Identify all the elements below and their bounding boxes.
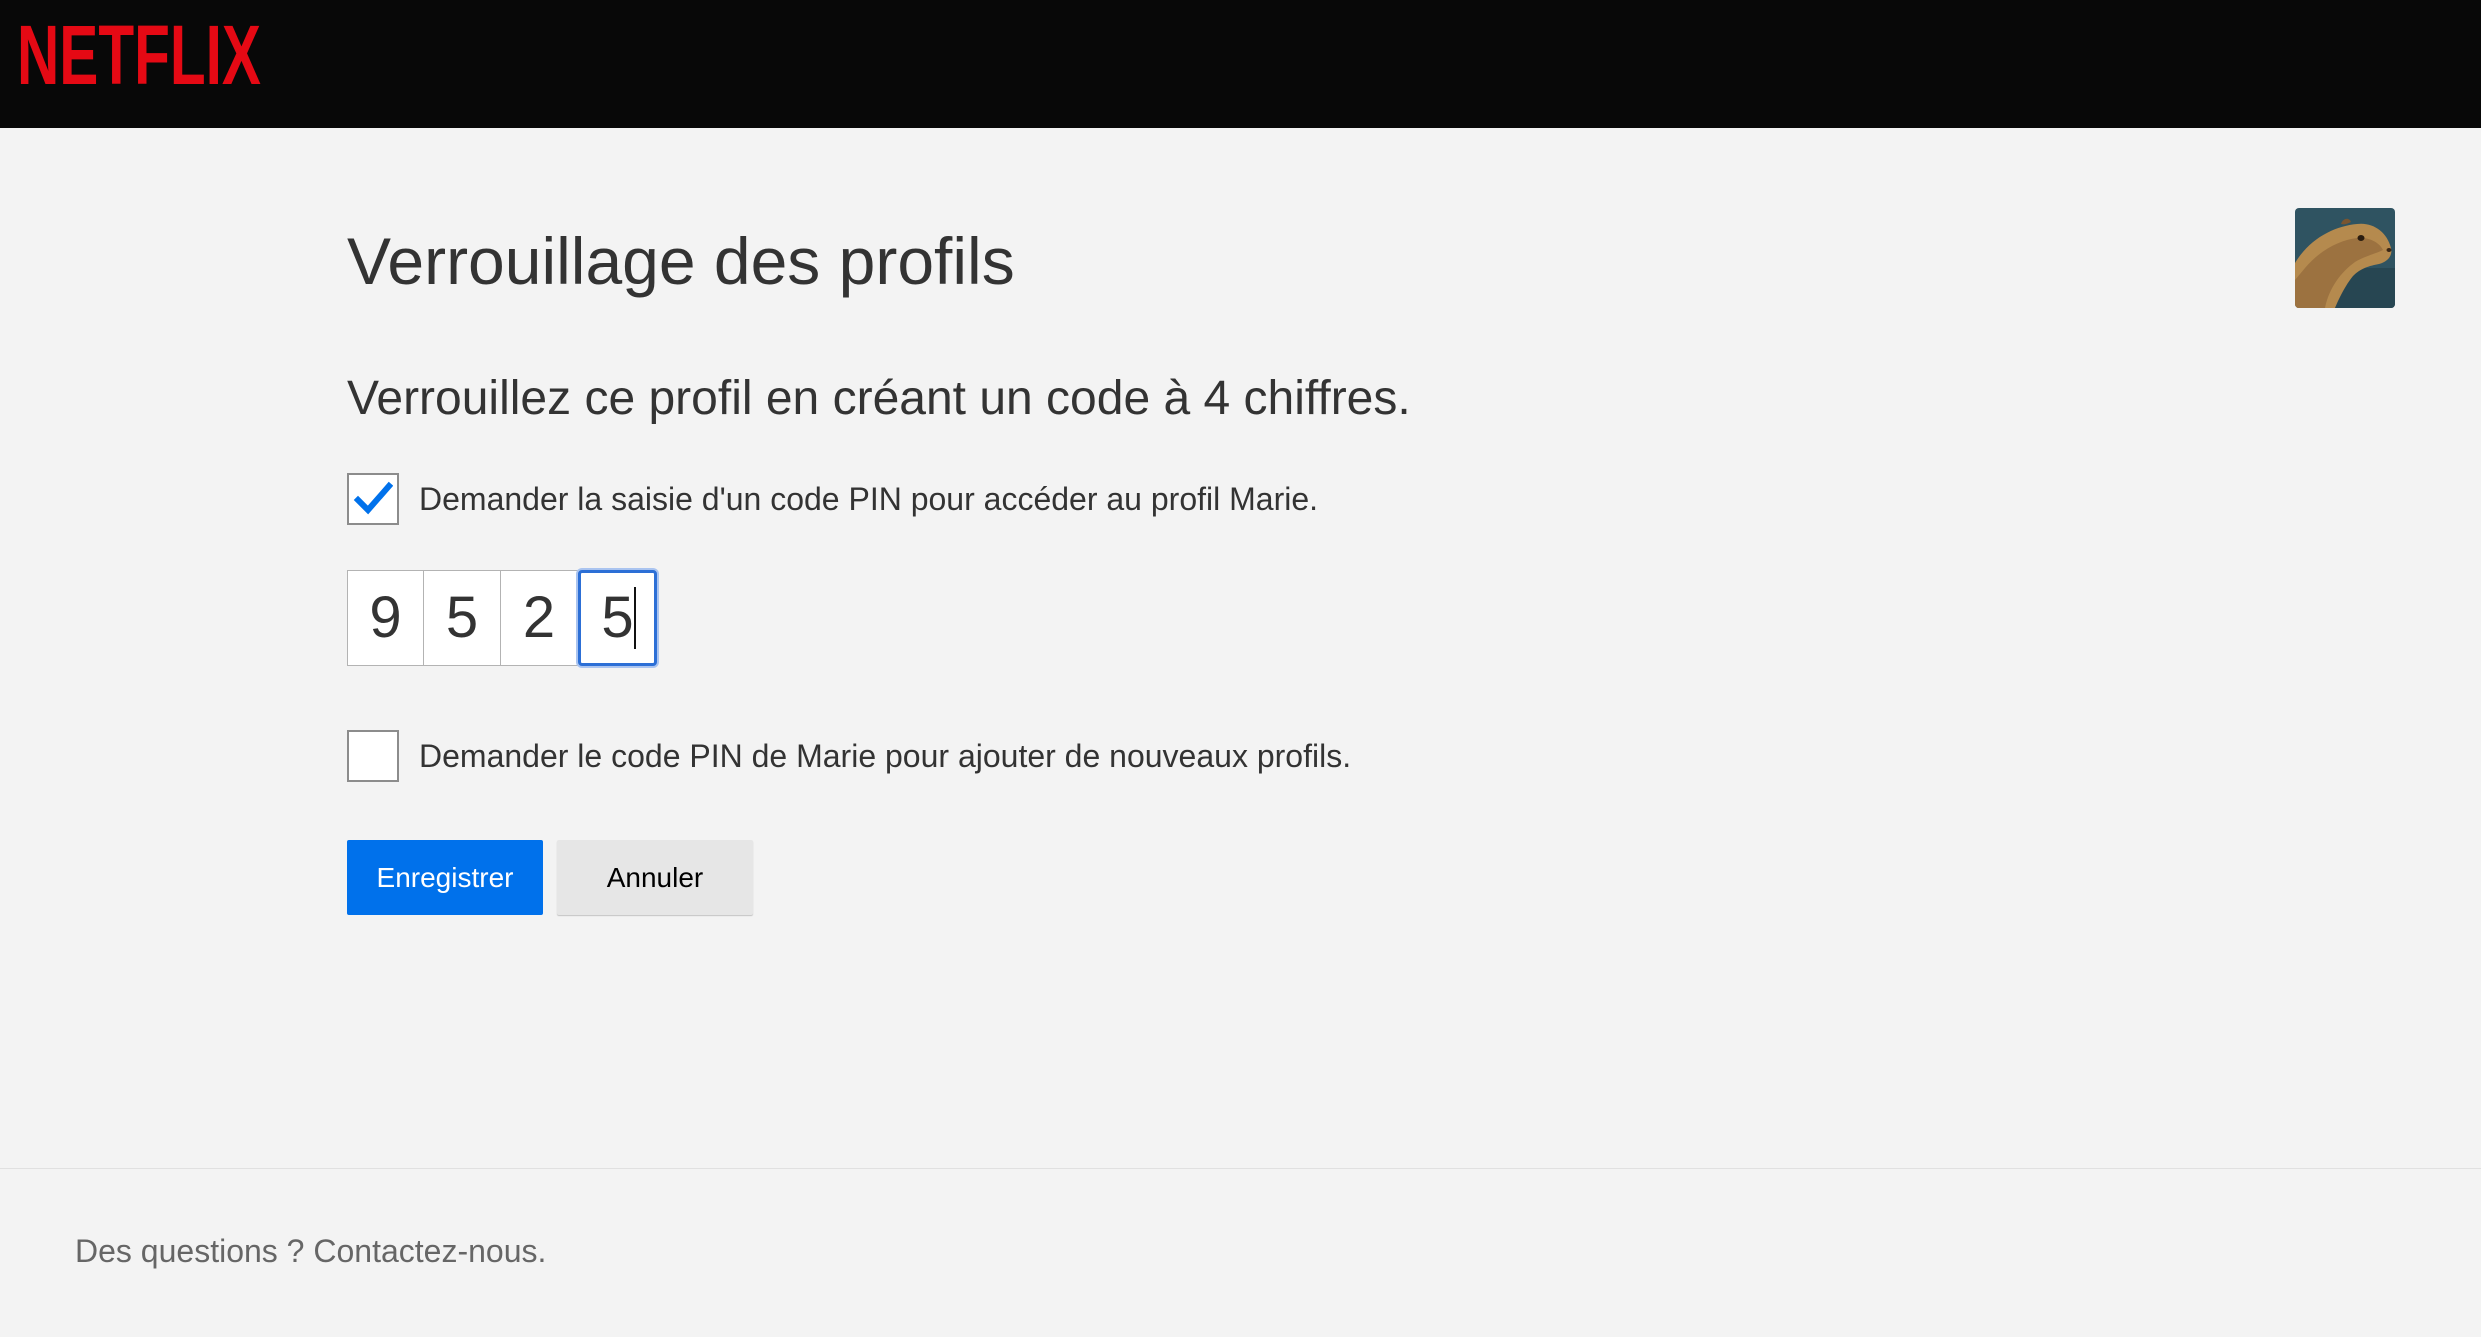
checkmark-icon (353, 481, 393, 515)
require-pin-new-profiles-label[interactable]: Demander le code PIN de Marie pour ajout… (419, 736, 1351, 776)
profile-avatar[interactable] (2295, 208, 2395, 308)
footer-divider (0, 1168, 2481, 1169)
pin-digit-2[interactable]: 5 (424, 570, 501, 666)
page-subtitle: Verrouillez ce profil en créant un code … (347, 372, 1411, 425)
text-caret (634, 587, 636, 649)
pin-digit-4[interactable]: 5 (578, 570, 657, 666)
save-button[interactable]: Enregistrer (347, 840, 543, 915)
require-pin-row: Demander la saisie d'un code PIN pour ac… (347, 472, 1318, 526)
contact-link[interactable]: Des questions ? Contactez-nous. (75, 1231, 546, 1271)
netflix-logo[interactable]: NETFLIX (17, 16, 261, 90)
capybara-avatar-icon (2295, 208, 2395, 308)
top-header: NETFLIX (0, 0, 2481, 128)
action-buttons: Enregistrer Annuler (347, 840, 753, 915)
pin-digit-3[interactable]: 2 (501, 570, 578, 666)
require-pin-new-profiles-checkbox[interactable] (347, 730, 399, 782)
require-pin-checkbox[interactable] (347, 473, 399, 525)
require-pin-label[interactable]: Demander la saisie d'un code PIN pour ac… (419, 479, 1318, 519)
svg-text:NETFLIX: NETFLIX (17, 16, 261, 90)
pin-digit-1[interactable]: 9 (347, 570, 424, 666)
page-title: Verrouillage des profils (347, 224, 1015, 298)
require-pin-new-profiles-row: Demander le code PIN de Marie pour ajout… (347, 729, 1351, 783)
pin-digit-4-value: 5 (601, 585, 634, 650)
pin-input-group: 9 5 2 5 (347, 570, 657, 666)
cancel-button[interactable]: Annuler (557, 840, 753, 915)
